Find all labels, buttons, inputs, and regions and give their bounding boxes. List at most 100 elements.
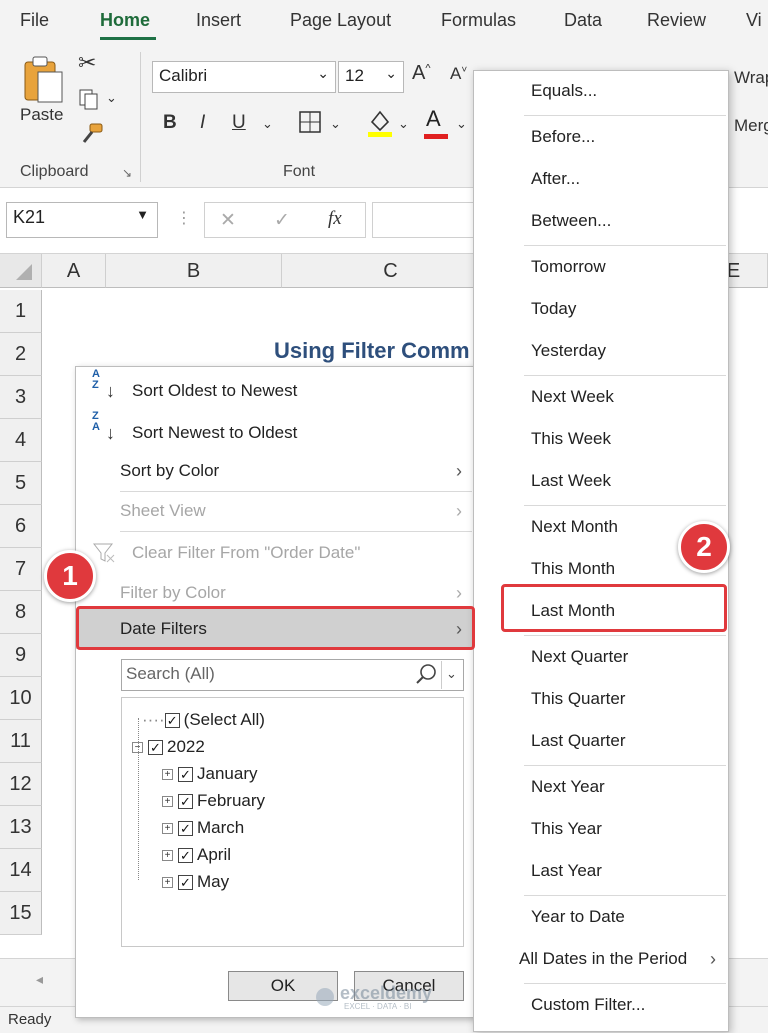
submenu-this-week[interactable]: This Week <box>474 419 728 459</box>
wrap-text-button[interactable]: Wrap <box>734 68 768 88</box>
tree-item-january[interactable]: + ✓ January <box>162 762 257 786</box>
sort-by-color[interactable]: Sort by Color › <box>76 451 476 491</box>
paste-icon[interactable] <box>22 54 66 106</box>
expand-icon[interactable]: + <box>162 796 173 808</box>
shrink-font-icon[interactable]: A˅ <box>450 64 467 84</box>
submenu-before[interactable]: Before... <box>474 117 728 157</box>
sort-newest-to-oldest[interactable]: ZA ↓ Sort Newest to Oldest <box>76 411 476 453</box>
fill-color-dropdown-icon[interactable]: ⌄ <box>398 116 409 132</box>
checkbox-checked-icon[interactable]: ✓ <box>178 848 193 864</box>
enter-entry-icon[interactable]: ✓ <box>274 209 290 232</box>
tab-insert[interactable]: Insert <box>196 10 241 31</box>
row-header[interactable]: 4 <box>0 419 42 462</box>
tab-home[interactable]: Home <box>100 10 150 31</box>
submenu-between[interactable]: Between... <box>474 201 728 241</box>
submenu-equals[interactable]: Equals... <box>474 71 728 111</box>
font-size-box[interactable]: 12 ⌄ <box>338 61 404 93</box>
select-all-corner[interactable] <box>0 254 42 288</box>
checkbox-checked-icon[interactable]: ✓ <box>164 713 180 729</box>
submenu-year-to-date[interactable]: Year to Date <box>474 897 728 937</box>
row-header[interactable]: 10 <box>0 677 42 720</box>
checkbox-checked-icon[interactable]: ✓ <box>178 875 193 891</box>
font-name-box[interactable]: Calibri ⌄ <box>152 61 336 93</box>
checkbox-checked-icon[interactable]: ✓ <box>178 767 193 783</box>
submenu-next-week[interactable]: Next Week <box>474 377 728 417</box>
collapse-icon[interactable]: − <box>132 742 143 754</box>
clipboard-launcher-icon[interactable]: ↘ <box>122 166 132 180</box>
font-color-dropdown-icon[interactable]: ⌄ <box>456 116 467 132</box>
tab-formulas[interactable]: Formulas <box>441 10 516 31</box>
tab-file[interactable]: File <box>20 10 49 31</box>
tree-item-april[interactable]: + ✓ April <box>162 843 231 867</box>
grow-font-icon[interactable]: A^ <box>412 62 431 85</box>
row-header[interactable]: 5 <box>0 462 42 505</box>
row-header[interactable]: 3 <box>0 376 42 419</box>
fill-color-icon[interactable] <box>366 108 394 138</box>
scroll-left-icon[interactable]: ◂ <box>36 971 43 988</box>
borders-dropdown-icon[interactable]: ⌄ <box>330 116 341 132</box>
submenu-next-quarter[interactable]: Next Quarter <box>474 637 728 677</box>
row-header[interactable]: 15 <box>0 892 42 935</box>
submenu-custom-filter[interactable]: Custom Filter... <box>474 985 728 1025</box>
submenu-today[interactable]: Today <box>474 289 728 329</box>
checkbox-checked-icon[interactable]: ✓ <box>148 740 163 756</box>
submenu-tomorrow[interactable]: Tomorrow <box>474 247 728 287</box>
tree-item-2022[interactable]: − ✓ 2022 <box>132 735 205 759</box>
checkbox-checked-icon[interactable]: ✓ <box>178 821 193 837</box>
submenu-last-year[interactable]: Last Year <box>474 851 728 891</box>
tab-view[interactable]: Vi <box>746 10 762 31</box>
format-painter-icon[interactable] <box>78 122 104 146</box>
tree-item-may[interactable]: + ✓ May <box>162 870 229 894</box>
search-input[interactable]: Search (All) ⌄ <box>121 659 464 691</box>
submenu-last-quarter[interactable]: Last Quarter <box>474 721 728 761</box>
underline-button[interactable]: U <box>232 112 246 134</box>
borders-icon[interactable] <box>298 110 322 134</box>
row-header[interactable]: 9 <box>0 634 42 677</box>
column-header-a[interactable]: A <box>42 254 106 288</box>
submenu-last-week[interactable]: Last Week <box>474 461 728 501</box>
tab-data[interactable]: Data <box>564 10 602 31</box>
menu-item-label: Next Year <box>531 777 605 796</box>
row-header[interactable]: 13 <box>0 806 42 849</box>
submenu-yesterday[interactable]: Yesterday <box>474 331 728 371</box>
tab-page-layout[interactable]: Page Layout <box>290 10 391 31</box>
font-color-icon[interactable]: A <box>426 106 441 132</box>
expand-icon[interactable]: + <box>162 769 173 781</box>
expand-icon[interactable]: + <box>162 850 173 862</box>
italic-button[interactable]: I <box>200 112 205 134</box>
tree-item-february[interactable]: + ✓ February <box>162 789 265 813</box>
row-header[interactable]: 2 <box>0 333 42 376</box>
checkbox-checked-icon[interactable]: ✓ <box>178 794 193 810</box>
row-header[interactable]: 14 <box>0 849 42 892</box>
row-header[interactable]: 7 <box>0 548 42 591</box>
tab-review[interactable]: Review <box>647 10 706 31</box>
merge-button[interactable]: Merg <box>734 116 768 136</box>
row-header[interactable]: 8 <box>0 591 42 634</box>
expand-icon[interactable]: + <box>162 823 173 835</box>
row-header[interactable]: 11 <box>0 720 42 763</box>
expand-icon[interactable]: + <box>162 877 173 889</box>
submenu-next-year[interactable]: Next Year <box>474 767 728 807</box>
submenu-this-quarter[interactable]: This Quarter <box>474 679 728 719</box>
tree-item-march[interactable]: + ✓ March <box>162 816 244 840</box>
submenu-after[interactable]: After... <box>474 159 728 199</box>
cancel-entry-icon[interactable]: ✕ <box>220 209 236 232</box>
submenu-this-year[interactable]: This Year <box>474 809 728 849</box>
row-header[interactable]: 6 <box>0 505 42 548</box>
tree-item-select-all[interactable]: ···· ✓ (Select All) <box>142 708 265 732</box>
column-header-b[interactable]: B <box>106 254 282 288</box>
insert-function-icon[interactable]: fx <box>328 208 342 230</box>
paste-label[interactable]: Paste <box>20 105 63 125</box>
copy-dropdown-icon[interactable]: ⌄ <box>106 90 117 106</box>
copy-icon[interactable] <box>78 88 100 110</box>
underline-dropdown-icon[interactable]: ⌄ <box>262 116 273 132</box>
submenu-all-dates-in-period[interactable]: All Dates in the Period › <box>474 939 728 979</box>
sort-oldest-to-newest[interactable]: AZ ↓ Sort Oldest to Newest <box>76 369 476 411</box>
row-header[interactable]: 12 <box>0 763 42 806</box>
cut-icon[interactable]: ✂ <box>78 50 96 76</box>
column-header-c[interactable]: C <box>282 254 500 288</box>
chevron-down-icon[interactable]: ⌄ <box>441 661 461 689</box>
bold-button[interactable]: B <box>163 112 177 134</box>
name-box[interactable]: K21 ▼ <box>6 202 158 238</box>
row-header[interactable]: 1 <box>0 290 42 333</box>
